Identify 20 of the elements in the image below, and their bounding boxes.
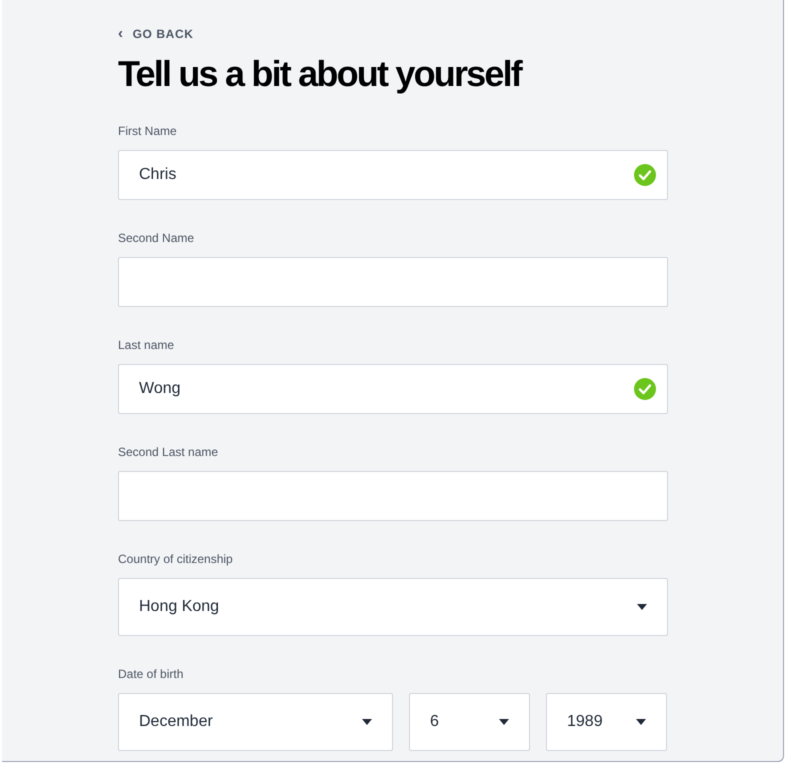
field-label: Second Name	[118, 232, 196, 244]
back-link[interactable]: ‹ GO BACK	[118, 26, 194, 42]
field-label: First Name	[118, 125, 178, 137]
dropdown[interactable]: 1989	[546, 693, 667, 751]
field-label: Country of citizenship	[118, 553, 234, 565]
caret-icon	[637, 604, 647, 610]
text-field[interactable]: Chris	[118, 150, 668, 200]
page-title: Tell us a bit about yourself	[118, 52, 523, 96]
caret-icon	[362, 719, 372, 725]
text-field[interactable]	[118, 257, 668, 307]
dropdown[interactable]: December	[118, 693, 393, 751]
text-field[interactable]	[118, 471, 668, 521]
dropdown[interactable]: Hong Kong	[118, 578, 668, 636]
field-label: Last name	[118, 339, 176, 351]
caret-icon	[636, 719, 646, 725]
field-label: Date of birth	[118, 668, 184, 680]
text-field[interactable]: Wong	[118, 364, 668, 414]
caret-icon	[499, 719, 509, 725]
dropdown[interactable]: 6	[409, 693, 530, 751]
field-label: Second Last name	[118, 446, 220, 458]
